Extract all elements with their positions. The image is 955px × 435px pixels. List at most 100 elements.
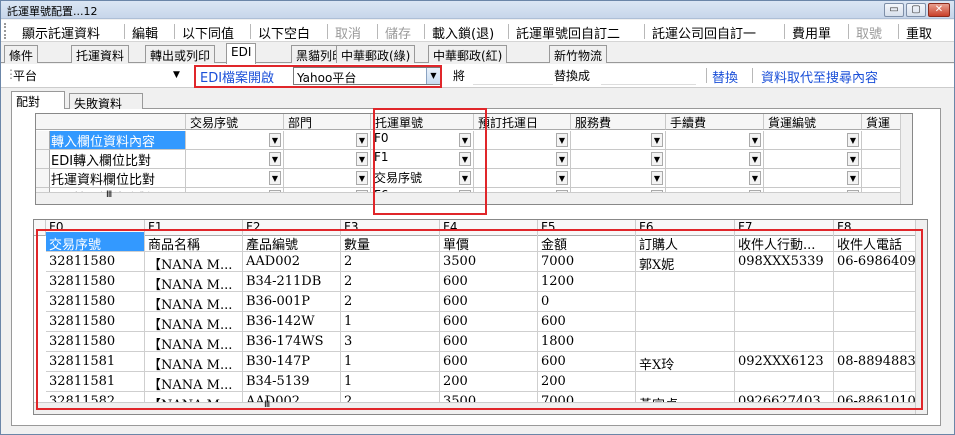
chevron-down-icon[interactable]: ▼ [269,171,281,185]
chevron-down-icon[interactable]: ▼ [749,171,761,185]
menu-item[interactable]: 載入鎖(退) [432,23,494,42]
chevron-down-icon[interactable]: ▼ [749,133,761,147]
mapping-cell[interactable]: ▼ [474,169,571,188]
menu-item[interactable]: 儲存 [385,23,411,42]
mapping-cell[interactable]: ▼ [764,169,862,188]
column-header[interactable]: 預訂托運日 [474,114,571,130]
column-header[interactable]: 服務費 [571,114,666,130]
highlight-data-grid [36,229,923,410]
menu-item[interactable]: 取號 [856,23,882,42]
main-tab-strip: 條件 托運資料 轉出或列印 EDI 黑貓列印 中華郵政(綠) 中華郵政(紅) 新竹物流 [1,43,954,64]
tab-item[interactable]: 新竹物流 [549,45,608,63]
replace-to-label: 替換成 [554,69,591,83]
chevron-down-icon[interactable]: ▼ [269,133,281,147]
column-header[interactable]: 手續費 [666,114,764,130]
menu-separator [174,24,175,39]
tab-item[interactable]: EDI [226,43,257,64]
mapping-cell[interactable]: ▼ [284,131,371,150]
menu-item[interactable]: 以下空白 [258,23,310,42]
tab-item[interactable]: 中華郵政(紅) [428,45,508,63]
toolbar-separator [752,68,753,83]
toolbar-separator [706,68,707,83]
chevron-down-icon[interactable]: ▼ [269,152,281,166]
window-title: 託運單號配置...12 [7,5,98,18]
menu-item[interactable]: 費用單 [792,23,831,42]
chevron-down-icon[interactable]: ▼ [651,171,663,185]
chevron-down-icon[interactable]: ▼ [847,133,859,147]
mapping-cell[interactable]: ▼ [474,131,571,150]
menu-item[interactable]: 取消 [335,23,361,42]
chevron-down-icon[interactable]: ▼ [556,152,568,166]
row-header[interactable]: 轉入欄位資料內容 [50,131,186,150]
scroll-thumb-grip: Ⅲ [106,190,113,200]
mapping-cell[interactable]: ▼ [764,150,862,169]
maximize-button[interactable]: ▢ [906,3,926,17]
platform-label: 平台 [13,69,38,83]
chevron-down-icon[interactable]: ▼ [847,152,859,166]
mapping-cell[interactable]: ▼ [186,169,284,188]
menu-item[interactable]: 託運公司回自訂一 [652,23,756,42]
chevron-down-icon[interactable]: ▼ [651,152,663,166]
sub-tab-strip: 配對 失敗資料 [11,91,941,112]
menu-item[interactable]: 託運單號回自訂二 [516,23,620,42]
mapping-cell[interactable]: ▼ [284,150,371,169]
close-button[interactable]: ✕ [928,3,950,17]
replace-to-search-button[interactable]: 資料取代至搜尋內容 [761,67,878,86]
mapping-cell[interactable]: ▼ [284,169,371,188]
tab-item[interactable]: 轉出或列印 [145,45,216,63]
chevron-down-icon[interactable]: ▼ [556,171,568,185]
row-header[interactable]: 托運資料欄位比對 [50,169,186,188]
menu-separator [784,24,785,39]
chevron-down-icon[interactable]: ▼ [749,152,761,166]
menu-grip [4,23,7,39]
column-header[interactable]: 交易序號 [186,114,284,130]
replace-button[interactable]: 替換 [712,67,738,86]
mapping-cell[interactable]: ▼ [571,169,666,188]
chevron-down-icon[interactable]: ▼ [847,171,859,185]
tab-item[interactable]: 托運資料 [71,45,130,63]
column-header[interactable]: 貨運編號 [764,114,862,130]
chevron-down-icon[interactable]: ▼ [556,133,568,147]
tab-item[interactable]: 條件 [4,45,39,63]
vertical-scrollbar[interactable] [900,114,912,204]
minimize-button[interactable]: ▭ [884,3,904,17]
highlight-edi-open [194,65,442,88]
title-bar: 託運單號配置...12 ▭ ▢ ✕ [1,1,954,19]
menu-separator [377,24,378,39]
chevron-down-icon[interactable]: ▼ [356,152,368,166]
tab-item[interactable]: 中華郵政(綠) [336,45,416,63]
edi-toolbar: ⋮ 平台 ▼ EDI檔案開啟 Yahoo平台 ▼ 將 替換成 替換 資料取代至搜… [1,64,954,88]
mapping-cell[interactable]: ▼ [186,150,284,169]
mapping-cell[interactable]: ▼ [571,131,666,150]
menu-separator [644,24,645,39]
chevron-down-icon[interactable]: ▼ [651,133,663,147]
row-gutter [36,169,50,188]
chevron-down-icon[interactable]: ▼ [356,133,368,147]
mapping-cell[interactable]: ▼ [666,150,764,169]
chevron-down-icon[interactable]: ▼ [356,171,368,185]
column-header[interactable]: 部門 [284,114,371,130]
mapping-cell[interactable]: ▼ [474,150,571,169]
mapping-cell[interactable]: ▼ [764,131,862,150]
mapping-cell[interactable]: ▼ [186,131,284,150]
menu-item[interactable]: 顯示託運資料 [22,23,100,42]
menu-separator [250,24,251,39]
main-window: 託運單號配置...12 ▭ ▢ ✕ 顯示託運資料 編輯 以下同值 以下空白 取消 儲存 載入… [0,0,955,435]
menu-item[interactable]: 編輯 [132,23,158,42]
menu-item[interactable]: 以下同值 [182,23,234,42]
mapping-cell[interactable]: ▼ [666,169,764,188]
menu-bar: 顯示託運資料 編輯 以下同值 以下空白 取消 儲存 載入鎖(退) 託運單號回自訂二 託運公司回自… [1,20,954,42]
replace-from-label: 將 [453,69,466,83]
mapping-cell[interactable]: ▼ [571,150,666,169]
row-header[interactable]: EDI轉入欄位比對 [50,150,186,169]
highlight-tracking-column [373,108,487,215]
platform-dropdown[interactable]: ▼ [173,70,180,88]
menu-item[interactable]: 重取 [906,23,932,42]
menu-separator [424,24,425,39]
menu-separator [898,24,899,39]
mapping-cell[interactable]: ▼ [666,131,764,150]
replace-to-input[interactable] [601,67,696,85]
menu-separator [327,24,328,39]
replace-from-input[interactable] [473,67,553,85]
grid-corner-header [36,114,186,130]
